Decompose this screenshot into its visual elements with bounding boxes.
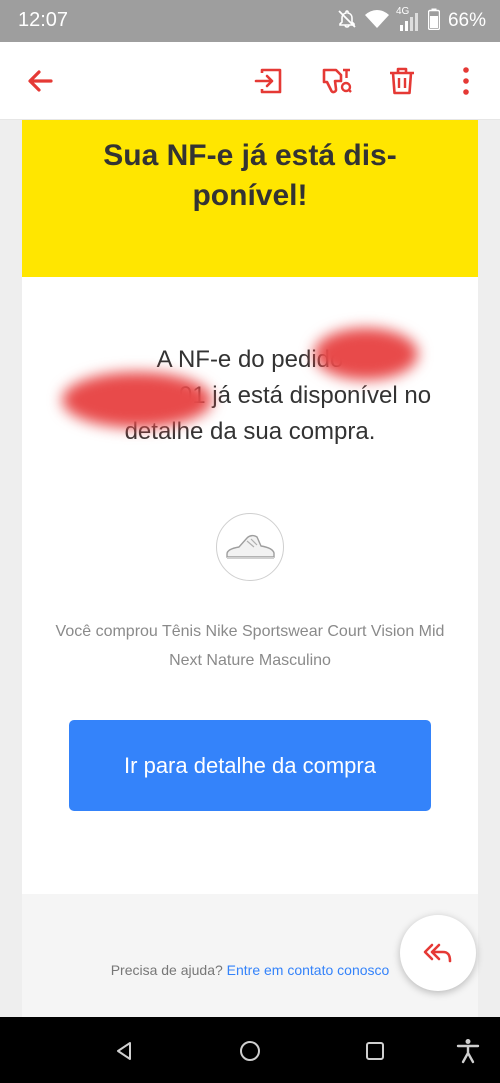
- purchase-detail-button[interactable]: Ir para detalhe da compra: [69, 720, 431, 811]
- nav-recents-button[interactable]: [355, 1031, 395, 1071]
- not-spam-icon: [322, 68, 352, 94]
- do-not-disturb-icon: [336, 8, 358, 35]
- back-button[interactable]: [15, 56, 65, 106]
- home-circle-icon: [240, 1041, 260, 1061]
- battery-icon: [427, 8, 441, 35]
- reply-all-button[interactable]: [400, 915, 476, 991]
- back-arrow-icon: [28, 70, 53, 92]
- more-options-button[interactable]: [441, 56, 491, 106]
- back-triangle-icon: [117, 1042, 131, 1060]
- product-thumbnail: [216, 513, 284, 581]
- help-prefix: Precisa de ajuda?: [110, 962, 223, 978]
- navigation-bar: [0, 1017, 500, 1083]
- move-to-inbox-icon: [254, 68, 282, 94]
- delete-icon: [390, 67, 414, 95]
- banner-title: Sua NF-e já está dis-ponível!: [103, 139, 397, 212]
- wifi-icon: [364, 8, 390, 35]
- delete-button[interactable]: [377, 56, 427, 106]
- sneaker-icon: [226, 534, 275, 559]
- status-icons: 4G 66%: [336, 6, 486, 35]
- accessibility-button[interactable]: [448, 1031, 488, 1071]
- more-options-icon: [463, 67, 469, 95]
- email-card: Sua NF-e já está dis-ponível! A NF-e do …: [22, 120, 478, 1017]
- reply-all-icon: [423, 943, 452, 963]
- status-bar: 12:07 4G 66%: [0, 0, 500, 42]
- signal-icon: 4G: [396, 6, 422, 32]
- accessibility-icon: [456, 1039, 480, 1064]
- recents-square-icon: [366, 1042, 384, 1060]
- redaction-mark: [314, 328, 418, 380]
- nav-back-button[interactable]: [104, 1031, 144, 1071]
- move-to-inbox-button[interactable]: [244, 56, 294, 106]
- battery-percent: 66%: [447, 10, 486, 31]
- email-body: Sua NF-e já está dis-ponível! A NF-e do …: [0, 120, 500, 1017]
- redaction-mark: [62, 372, 212, 428]
- yellow-banner: Sua NF-e já está dis-ponível!: [22, 120, 478, 277]
- nav-home-button[interactable]: [230, 1031, 270, 1071]
- app-bar: [0, 42, 500, 120]
- not-spam-button[interactable]: [311, 56, 361, 106]
- status-time: 12:07: [18, 9, 69, 31]
- contact-link[interactable]: Entre em contato conosco: [227, 962, 390, 978]
- purchase-description: Você comprou Tênis Nike Sportswear Court…: [55, 623, 445, 669]
